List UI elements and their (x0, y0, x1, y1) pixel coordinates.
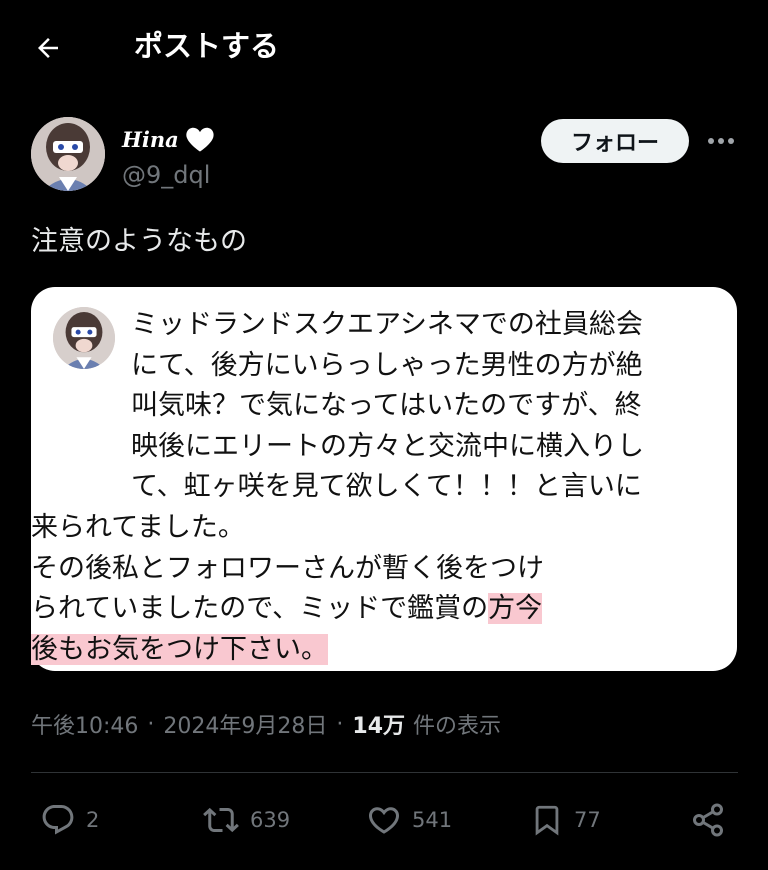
divider (31, 772, 738, 773)
heart-icon (366, 802, 402, 838)
post-time[interactable]: 午後10:46 (31, 708, 138, 740)
card-line: 来られてました。 (31, 511, 245, 543)
back-button[interactable] (26, 26, 70, 70)
card-avatar (53, 307, 115, 369)
action-bar: 2 639 541 77 (0, 792, 768, 848)
card-line-text: られていましたので、ミッドで鑑賞の (31, 593, 489, 625)
card-line: 後もお気をつけ下さい。 (31, 630, 721, 671)
repost-icon (202, 802, 240, 838)
card-line: て、虹ヶ咲を見て欲しくて！！！と言いに (131, 471, 642, 503)
bookmark-icon (530, 802, 564, 838)
follow-button[interactable]: フォロー (541, 119, 689, 163)
card-line: ミッドランドスクエアシネマでの社員総会 (131, 309, 643, 340)
author-avatar[interactable] (31, 117, 105, 191)
share-icon (690, 802, 726, 838)
card-line: られていましたので、ミッドで鑑賞の方今 (31, 589, 721, 630)
author-display-name[interactable]: Hina (122, 122, 215, 156)
card-line: 叫気味？で気になってはいたのですが、終 (131, 390, 642, 422)
card-line: その後私とフォロワーさんが暫く後をつけ (31, 552, 544, 584)
highlighted-text: 後もお気をつけ下さい。 (31, 633, 328, 665)
page-title: ポストする (134, 29, 280, 63)
top-bar: ポストする (0, 0, 768, 92)
card-text: ミッドランドスクエアシネマでの社員総会 にて、後方にいらっしゃった男性の方が絶 … (31, 305, 721, 670)
white-heart-icon (185, 125, 215, 153)
reply-button[interactable]: 2 (40, 792, 99, 848)
arrow-left-icon (33, 33, 63, 63)
more-options-button[interactable] (703, 126, 739, 156)
avatar-image (31, 117, 105, 191)
highlighted-text: 方今 (488, 593, 543, 625)
bookmark-count: 77 (574, 808, 601, 832)
card-line: にて、後方にいらっしゃった男性の方が絶 (131, 349, 643, 381)
card-avatar-image (53, 307, 115, 369)
more-horizontal-icon (706, 136, 736, 146)
separator: · (147, 711, 155, 737)
attached-image[interactable]: ミッドランドスクエアシネマでの社員総会 にて、後方にいらっしゃった男性の方が絶 … (31, 287, 737, 671)
repost-count: 639 (250, 808, 291, 832)
views-label: 件の表示 (413, 714, 502, 739)
like-button[interactable]: 541 (366, 792, 452, 848)
repost-button[interactable]: 639 (202, 792, 290, 848)
post-metadata: 午後10:46 · 2024年9月28日 · 14万 件の表示 (31, 704, 501, 744)
separator: · (336, 711, 344, 737)
share-button[interactable] (690, 792, 726, 848)
display-name-text: Hina (122, 126, 179, 152)
views-count[interactable]: 14万 (352, 708, 405, 740)
like-count: 541 (412, 808, 453, 832)
reply-icon (40, 802, 76, 838)
bookmark-button[interactable]: 77 (530, 792, 601, 848)
post-date[interactable]: 2024年9月28日 (163, 708, 327, 740)
author-handle[interactable]: @9_dql (122, 158, 210, 192)
card-line: 映後にエリートの方々と交流中に横入りし (131, 430, 644, 462)
reply-count: 2 (86, 808, 100, 832)
post-text: 注意のようなもの (31, 226, 247, 257)
